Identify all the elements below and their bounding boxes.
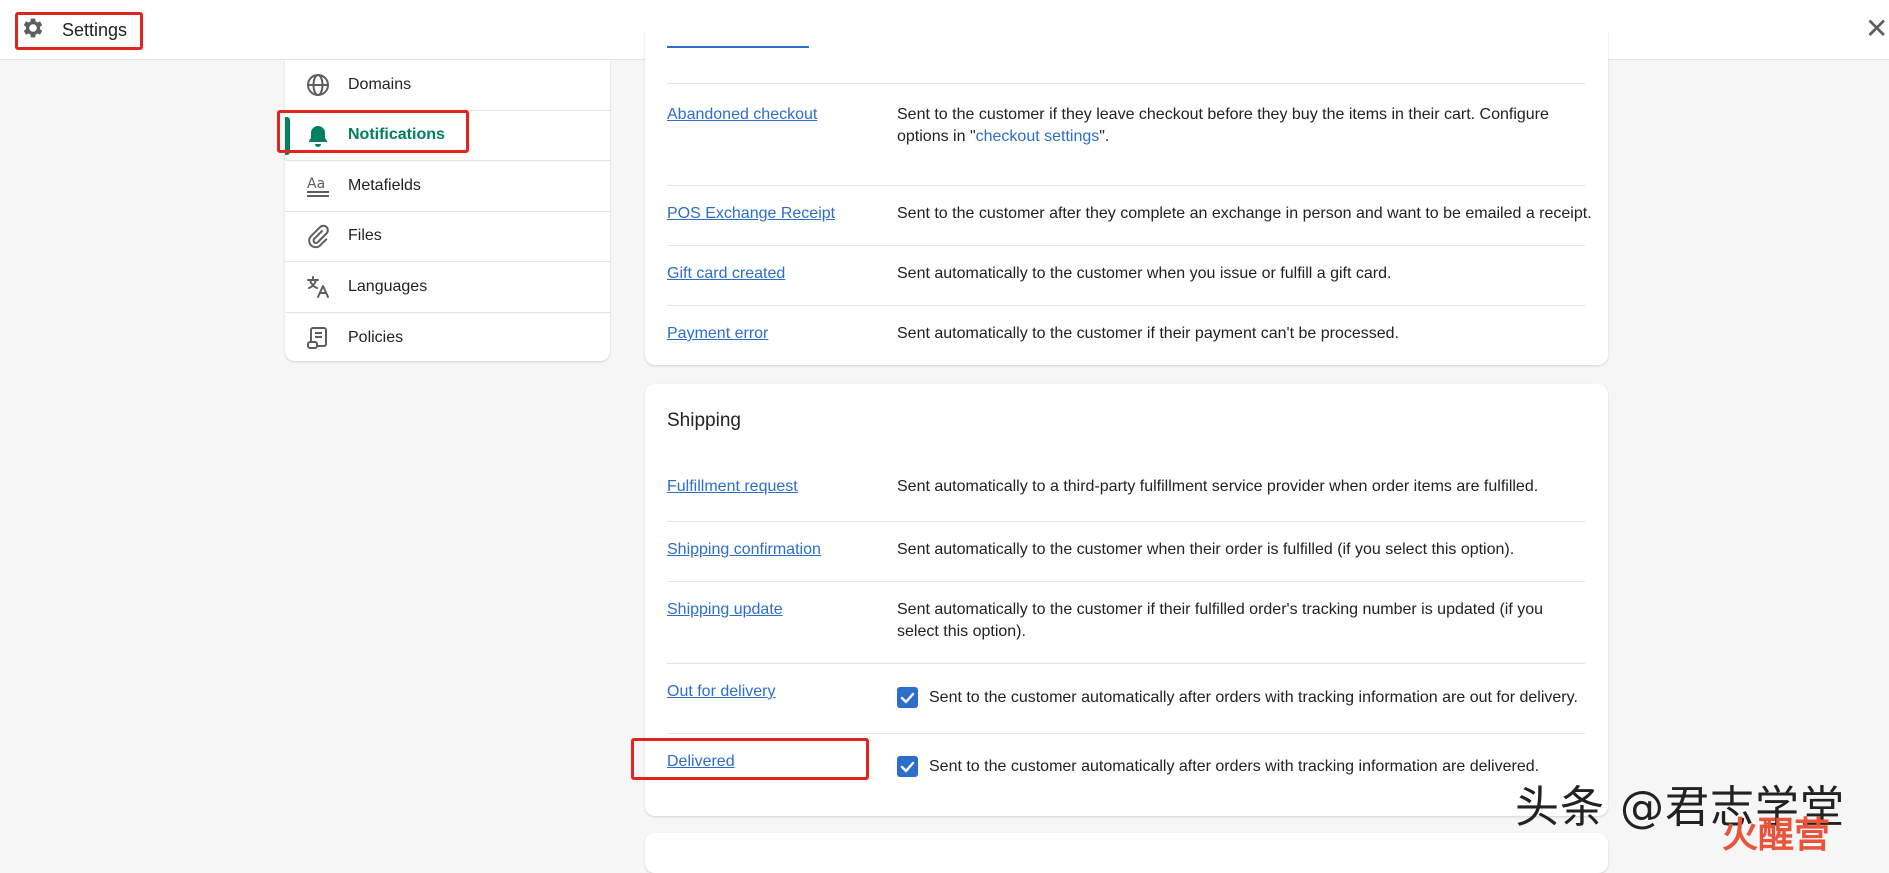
row-description: Sent automatically to the customer when … [897, 541, 1515, 558]
translate-icon [305, 274, 331, 300]
row-description: Sent automatically to a third-party fulf… [897, 478, 1539, 495]
table-row: Fulfillment request Sent automatically t… [667, 476, 1585, 522]
truncated-link-underline [667, 46, 809, 48]
metafields-icon: Aa [305, 173, 331, 199]
sidebar-item-files[interactable]: Files [285, 212, 610, 262]
next-section-card [645, 833, 1608, 873]
table-row: Abandoned checkout Sent to the customer … [667, 104, 1585, 186]
sidebar-item-label: Notifications [348, 126, 445, 144]
checkmark-icon [900, 692, 915, 704]
sidebar-item-label: Domains [348, 75, 412, 93]
desc-text: ". [1099, 128, 1110, 145]
delivered-checkbox[interactable] [897, 756, 918, 777]
sidebar-item-policies[interactable]: Policies [285, 313, 610, 364]
table-row: POS Exchange Receipt Sent to the custome… [667, 186, 1592, 246]
shipping-title: Shipping [667, 410, 741, 431]
bell-icon [305, 123, 331, 149]
shipping-confirmation-link[interactable]: Shipping confirmation [667, 539, 821, 561]
sidebar-item-label: Files [348, 227, 382, 245]
row-description: Sent automatically to the customer if th… [897, 601, 1544, 640]
watermark-logo: 火醒营 [1722, 815, 1831, 856]
payment-error-link[interactable]: Payment error [667, 323, 768, 345]
sidebar-item-label: Policies [348, 328, 404, 346]
settings-sidebar: Domains Notifications Aa Metafields File… [285, 60, 610, 361]
settings-header: Settings [20, 14, 127, 46]
row-description: Sent to the customer automatically after… [929, 689, 1578, 706]
checkmark-icon [900, 761, 915, 773]
policy-scroll-icon [305, 325, 331, 351]
gift-card-created-link[interactable]: Gift card created [667, 263, 785, 285]
table-row: Shipping confirmation Sent automatically… [667, 522, 1585, 582]
table-row: Gift card created Sent automatically to … [667, 246, 1585, 306]
delivered-link[interactable]: Delivered [667, 751, 735, 773]
customer-notifications-card: Abandoned checkout Sent to the customer … [645, 30, 1608, 365]
sidebar-item-label: Languages [348, 277, 428, 295]
row-description: Sent to the customer if they leave check… [897, 104, 1587, 148]
fulfillment-request-link[interactable]: Fulfillment request [667, 476, 798, 498]
table-row: Payment error Sent automatically to the … [667, 306, 1585, 356]
paperclip-icon [305, 224, 331, 250]
table-row: Out for delivery Sent to the customer au… [667, 664, 1585, 734]
pos-exchange-receipt-link[interactable]: POS Exchange Receipt [667, 203, 835, 225]
table-row: Delivered Sent to the customer automatic… [667, 734, 1585, 804]
svg-text:Aa: Aa [307, 176, 325, 192]
row-description: Sent automatically to the customer when … [897, 265, 1392, 282]
gear-icon [20, 15, 46, 46]
sidebar-item-metafields[interactable]: Aa Metafields [285, 161, 610, 212]
page-title: Settings [62, 19, 128, 40]
out-for-delivery-link[interactable]: Out for delivery [667, 681, 775, 703]
abandoned-checkout-link[interactable]: Abandoned checkout [667, 104, 817, 126]
sidebar-item-label: Metafields [348, 176, 421, 194]
table-row [667, 30, 1585, 84]
shipping-card: Shipping Fulfillment request Sent automa… [645, 384, 1608, 816]
checkout-settings-link[interactable]: checkout settings [976, 128, 1100, 145]
shipping-update-link[interactable]: Shipping update [667, 599, 783, 621]
sidebar-item-languages[interactable]: Languages [285, 262, 610, 313]
close-button[interactable]: ✕ [1865, 14, 1889, 44]
sidebar-item-notifications[interactable]: Notifications [285, 111, 610, 161]
row-description: Sent automatically to the customer if th… [897, 325, 1399, 342]
out-for-delivery-checkbox[interactable] [897, 687, 918, 708]
sidebar-item-domains[interactable]: Domains [285, 60, 610, 111]
row-description: Sent to the customer after they complete… [897, 205, 1592, 222]
globe-icon [305, 72, 331, 98]
table-row: Shipping update Sent automatically to th… [667, 582, 1585, 664]
